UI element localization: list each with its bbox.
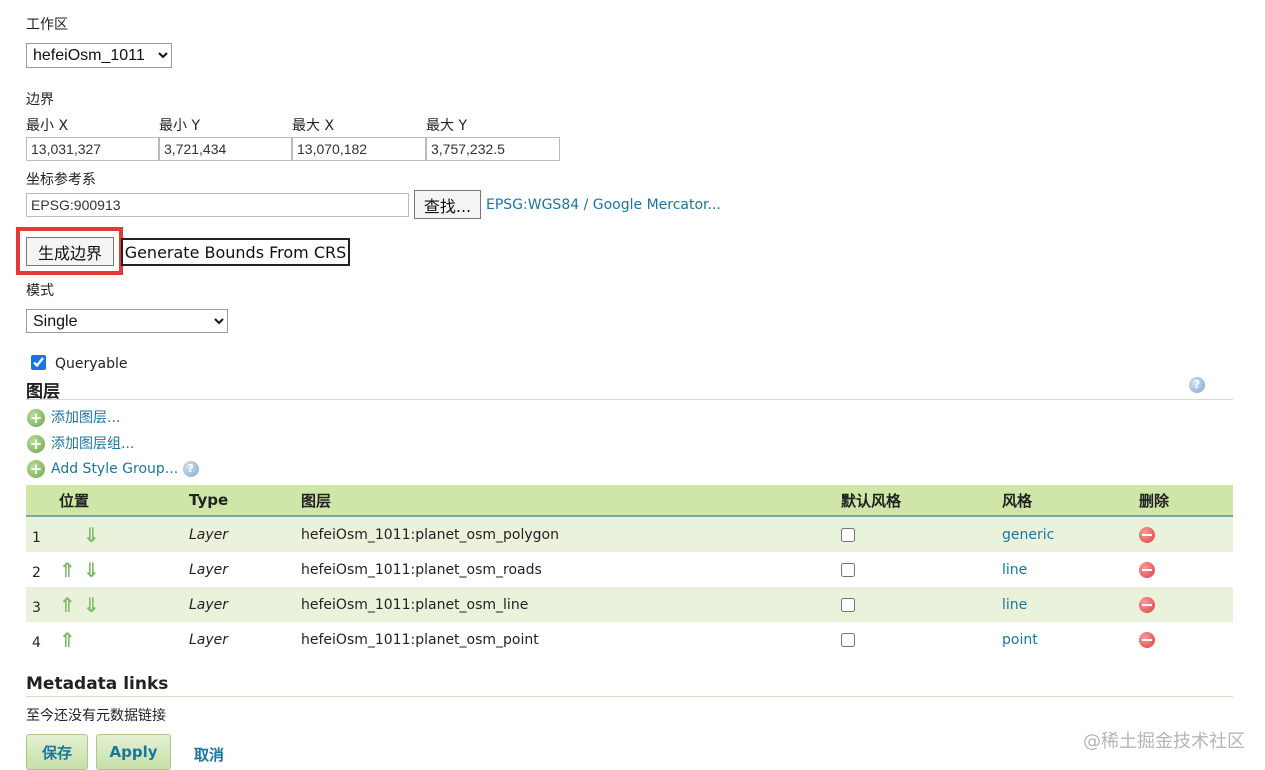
max-y-input[interactable] <box>426 137 560 161</box>
workspace-label: 工作区 <box>26 17 68 33</box>
metadata-empty-text: 至今还没有元数据链接 <box>26 708 166 724</box>
move-up-icon[interactable]: ⇑ <box>59 558 83 582</box>
style-link[interactable]: generic <box>1002 527 1054 543</box>
row-layer-name: hefeiOsm_1011:planet_osm_polygon <box>301 516 841 552</box>
style-link[interactable]: line <box>1002 562 1027 578</box>
metadata-title: Metadata links <box>26 674 169 694</box>
col-delete: 删除 <box>1139 485 1233 517</box>
max-x-input[interactable] <box>292 137 426 161</box>
move-down-icon[interactable]: ⇓ <box>83 593 107 617</box>
plus-icon: + <box>27 409 45 427</box>
col-layer: 图层 <box>301 485 841 517</box>
apply-button[interactable]: Apply <box>96 734 171 770</box>
queryable-checkbox[interactable] <box>31 355 46 370</box>
cancel-link[interactable]: 取消 <box>194 744 224 765</box>
generate-bounds-button[interactable]: 生成边界 <box>26 237 114 266</box>
max-y-label: 最大 Y <box>426 118 468 134</box>
col-type: Type <box>189 485 301 517</box>
crs-label: 坐标参考系 <box>26 172 96 188</box>
col-position: 位置 <box>26 485 189 517</box>
add-layer-link[interactable]: 添加图层... <box>51 410 120 426</box>
add-layer-group-link[interactable]: 添加图层组... <box>51 436 134 452</box>
watermark: @稀土掘金技术社区 <box>1083 731 1245 752</box>
bounds-label: 边界 <box>26 92 54 108</box>
layers-table: 位置 Type 图层 默认风格 风格 删除 1 ⇓ Layer hefeiOsm_… <box>26 485 1233 657</box>
table-row: 4 ⇑ Layer hefeiOsm_1011:planet_osm_point … <box>26 622 1233 657</box>
max-x-label: 最大 X <box>292 118 335 134</box>
workspace-select[interactable]: hefeiOsm_1011 <box>26 43 172 68</box>
col-style: 风格 <box>1002 485 1139 517</box>
move-up-icon[interactable]: ⇑ <box>59 628 83 652</box>
min-y-label: 最小 Y <box>159 118 201 134</box>
plus-icon: + <box>27 460 45 478</box>
row-number: 3 <box>32 599 41 616</box>
delete-icon[interactable] <box>1139 561 1155 578</box>
mode-label: 模式 <box>26 283 54 299</box>
find-crs-button[interactable]: 查找... <box>414 190 481 219</box>
style-link[interactable]: point <box>1002 632 1038 648</box>
table-row: 2 ⇑ ⇓ Layer hefeiOsm_1011:planet_osm_roads… <box>26 552 1233 587</box>
row-type: Layer <box>189 587 301 622</box>
delete-icon[interactable] <box>1139 596 1155 613</box>
row-number: 1 <box>32 529 41 546</box>
help-icon[interactable]: ? <box>1189 377 1205 393</box>
add-style-group-link[interactable]: Add Style Group... <box>51 461 178 477</box>
move-up-icon[interactable]: ⇑ <box>59 593 83 617</box>
move-down-icon[interactable]: ⇓ <box>83 558 107 582</box>
table-row: 3 ⇑ ⇓ Layer hefeiOsm_1011:planet_osm_line … <box>26 587 1233 622</box>
row-number: 2 <box>32 564 41 581</box>
min-x-label: 最小 X <box>26 118 69 134</box>
save-button[interactable]: 保存 <box>26 734 88 770</box>
crs-input[interactable] <box>26 193 409 217</box>
delete-icon[interactable] <box>1139 526 1155 543</box>
min-y-input[interactable] <box>159 137 292 161</box>
add-layer-group-row: + 添加图层组... <box>27 433 134 453</box>
layers-divider <box>26 399 1233 400</box>
metadata-divider <box>26 696 1233 697</box>
row-layer-name: hefeiOsm_1011:planet_osm_point <box>301 631 539 648</box>
delete-icon[interactable] <box>1139 631 1155 648</box>
row-layer-name: hefeiOsm_1011:planet_osm_roads <box>301 561 542 578</box>
table-header-row: 位置 Type 图层 默认风格 风格 删除 <box>26 485 1233 517</box>
table-row: 1 ⇓ Layer hefeiOsm_1011:planet_osm_polygo… <box>26 516 1233 552</box>
add-style-group-row: + Add Style Group... ? <box>27 460 199 478</box>
queryable-label: Queryable <box>55 356 128 372</box>
row-type: Layer <box>189 516 301 552</box>
row-layer-name: hefeiOsm_1011:planet_osm_line <box>301 587 841 622</box>
crs-link[interactable]: EPSG:WGS84 / Google Mercator... <box>486 197 721 213</box>
mode-select[interactable]: Single <box>26 309 228 333</box>
row-type: Layer <box>189 561 229 578</box>
min-x-input[interactable] <box>26 137 159 161</box>
default-style-checkbox[interactable] <box>841 632 855 647</box>
row-number: 4 <box>32 634 41 651</box>
add-layer-row: + 添加图层... <box>27 407 120 427</box>
row-type: Layer <box>189 631 229 648</box>
default-style-checkbox[interactable] <box>841 527 855 542</box>
move-down-icon[interactable]: ⇓ <box>83 523 107 547</box>
plus-icon: + <box>27 435 45 453</box>
col-default-style: 默认风格 <box>841 485 1002 517</box>
style-link[interactable]: line <box>1002 597 1027 613</box>
help-icon[interactable]: ? <box>182 461 199 477</box>
default-style-checkbox[interactable] <box>841 562 855 577</box>
generate-bounds-from-crs-button[interactable]: Generate Bounds From CRS <box>121 238 350 266</box>
default-style-checkbox[interactable] <box>841 597 855 612</box>
